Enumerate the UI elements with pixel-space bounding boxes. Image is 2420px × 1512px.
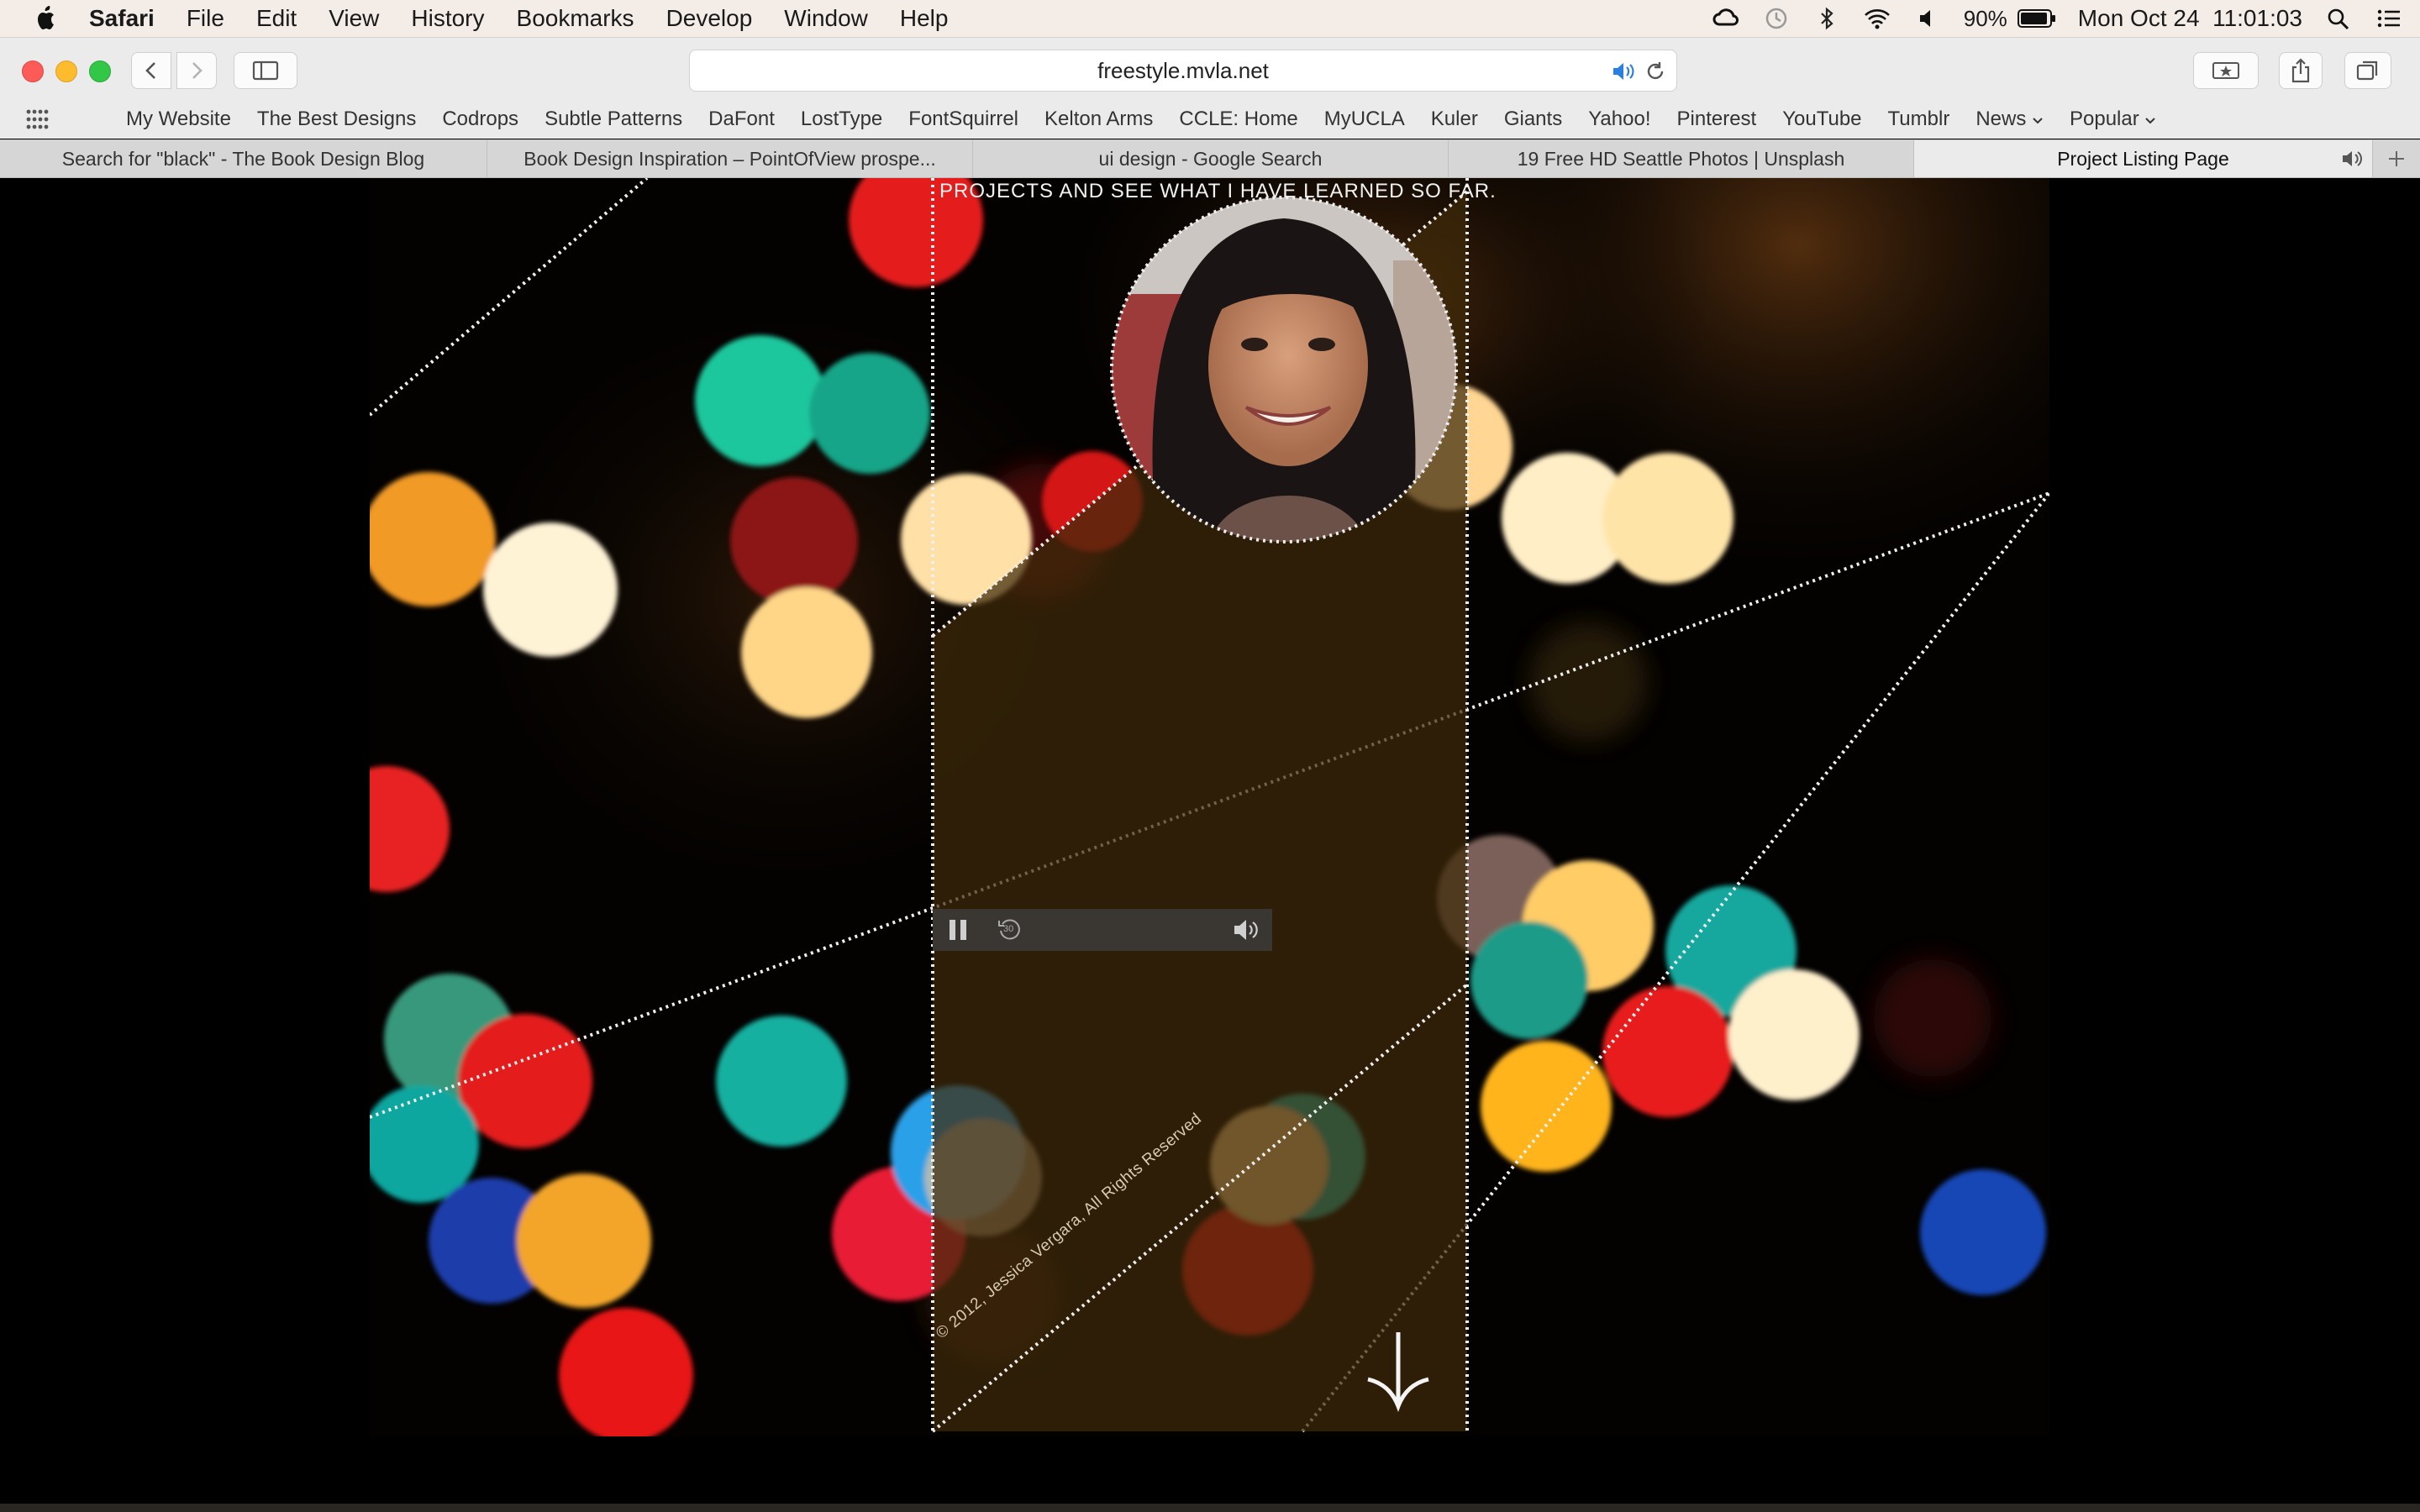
menu-help[interactable]: Help — [900, 5, 949, 32]
address-bar[interactable]: freestyle.mvla.net — [689, 50, 1677, 92]
chevron-right-icon — [192, 62, 203, 79]
skip-back-label: 30 — [1003, 924, 1014, 934]
bookmarks-bar: My Website The Best Designs Codrops Subt… — [0, 100, 2420, 139]
top-sites-button[interactable] — [2193, 52, 2259, 89]
tab-book-design-blog[interactable]: Search for "black" - The Book Design Blo… — [0, 140, 487, 177]
tabs-overview-icon — [2356, 60, 2378, 81]
audio-playing-icon[interactable] — [1611, 61, 1636, 81]
menu-view[interactable]: View — [329, 5, 379, 32]
battery-icon[interactable] — [2017, 8, 2056, 29]
menu-file[interactable]: File — [187, 5, 224, 32]
share-icon — [2291, 58, 2310, 83]
bookmark-the-best-designs[interactable]: The Best Designs — [257, 108, 416, 131]
tab-audio-icon[interactable] — [2340, 150, 2364, 168]
battery-percentage: 90% — [1963, 5, 2007, 31]
creative-cloud-icon[interactable] — [1712, 6, 1740, 31]
apple-menu-icon[interactable] — [34, 5, 59, 32]
tab-project-listing-page[interactable]: Project Listing Page — [1914, 140, 2373, 177]
tab-title: 19 Free HD Seattle Photos | Unsplash — [1517, 147, 1845, 170]
menu-history[interactable]: History — [411, 5, 484, 32]
bookmark-pinterest[interactable]: Pinterest — [1677, 108, 1757, 131]
menubar-clock[interactable]: Mon Oct 24 11:01:03 — [2078, 5, 2302, 32]
back-button[interactable] — [131, 52, 171, 89]
bookmark-subtle-patterns[interactable]: Subtle Patterns — [544, 108, 682, 131]
chevron-down-icon — [2145, 118, 2156, 124]
skip-back-30-button[interactable]: 30 — [997, 917, 1022, 942]
chevron-down-icon — [2033, 118, 2043, 124]
page-bottom-strip — [0, 1504, 2420, 1512]
bluetooth-icon[interactable] — [1812, 6, 1841, 31]
browser-toolbar: freestyle.mvla.net — [0, 38, 2420, 100]
share-button[interactable] — [2279, 52, 2323, 89]
bookmark-ccle-home[interactable]: CCLE: Home — [1179, 108, 1297, 131]
bookmark-giants[interactable]: Giants — [1504, 108, 1562, 131]
bookmark-losttype[interactable]: LostType — [801, 108, 882, 131]
tab-google-search[interactable]: ui design - Google Search — [973, 140, 1449, 177]
app-menu-safari[interactable]: Safari — [89, 5, 155, 32]
audio-player: 30 — [933, 909, 1272, 951]
page-content: projects and see what I have learned so … — [0, 178, 2420, 1512]
menu-bookmarks[interactable]: Bookmarks — [517, 5, 634, 32]
new-tab-button[interactable] — [2373, 140, 2420, 177]
menu-develop[interactable]: Develop — [666, 5, 753, 32]
profile-photo — [1110, 196, 1458, 543]
sidebar-button[interactable] — [234, 52, 297, 89]
bookmark-folder-news[interactable]: News — [1975, 108, 2044, 131]
bookmark-myucla[interactable]: MyUCLA — [1324, 108, 1405, 131]
arrow-down-icon[interactable] — [1365, 1329, 1432, 1413]
close-window-button[interactable] — [22, 60, 44, 82]
bookmark-yahoo[interactable]: Yahoo! — [1588, 108, 1650, 131]
tab-bar: Search for "black" - The Book Design Blo… — [0, 139, 2420, 178]
bookmark-folder-popular-label: Popular — [2070, 108, 2139, 130]
time-machine-icon[interactable] — [1762, 6, 1791, 31]
sidebar-icon — [252, 60, 279, 81]
tab-title: ui design - Google Search — [1098, 147, 1323, 170]
spotlight-search-icon[interactable] — [2324, 6, 2353, 31]
minimize-window-button[interactable] — [55, 60, 77, 82]
tab-title: Book Design Inspiration – PointOfView pr… — [523, 147, 936, 170]
bookmark-folder-news-label: News — [1975, 108, 2027, 130]
fullscreen-window-button[interactable] — [89, 60, 111, 82]
url-text[interactable]: freestyle.mvla.net — [1097, 58, 1269, 84]
menu-window[interactable]: Window — [784, 5, 868, 32]
bookmark-dafont[interactable]: DaFont — [708, 108, 775, 131]
tab-title: Project Listing Page — [2057, 147, 2229, 170]
bookmark-youtube[interactable]: YouTube — [1782, 108, 1861, 131]
bookmark-codrops[interactable]: Codrops — [442, 108, 518, 131]
notification-center-icon[interactable] — [2375, 6, 2403, 31]
speaker-icon[interactable] — [1232, 918, 1260, 942]
pause-icon[interactable] — [948, 918, 968, 942]
tab-overview-button[interactable] — [2344, 52, 2391, 89]
grid-apps-icon[interactable] — [25, 108, 50, 130]
tab-pointofview[interactable]: Book Design Inspiration – PointOfView pr… — [487, 140, 973, 177]
menu-bar: Safari File Edit View History Bookmarks … — [0, 0, 2420, 38]
reload-icon[interactable] — [1644, 60, 1666, 82]
bookmark-kuler[interactable]: Kuler — [1431, 108, 1478, 131]
bookmark-kelton-arms[interactable]: Kelton Arms — [1044, 108, 1153, 131]
bookmark-fontsquirrel[interactable]: FontSquirrel — [908, 108, 1018, 131]
plus-icon — [2389, 151, 2404, 166]
bookmark-folder-popular[interactable]: Popular — [2070, 108, 2156, 131]
volume-icon[interactable] — [1913, 6, 1942, 31]
bookmark-my-website[interactable]: My Website — [126, 108, 231, 131]
tab-unsplash[interactable]: 19 Free HD Seattle Photos | Unsplash — [1449, 140, 1914, 177]
forward-button[interactable] — [176, 52, 217, 89]
wifi-icon[interactable] — [1863, 6, 1891, 31]
bookmark-tumblr[interactable]: Tumblr — [1888, 108, 1950, 131]
menu-edit[interactable]: Edit — [256, 5, 297, 32]
chevron-left-icon — [145, 62, 155, 79]
tab-title: Search for "black" - The Book Design Blo… — [61, 147, 425, 170]
star-box-icon — [2212, 62, 2239, 79]
